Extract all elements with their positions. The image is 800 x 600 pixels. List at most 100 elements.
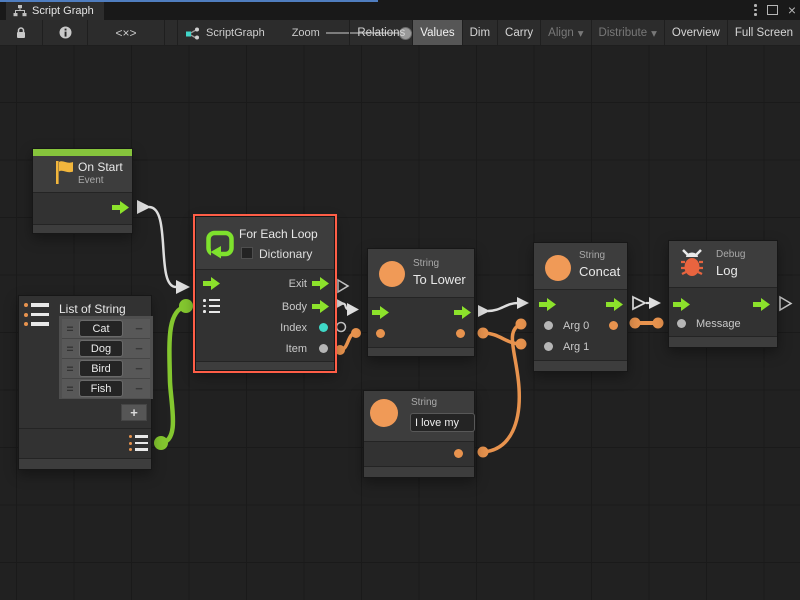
drag-handle-icon[interactable]: = [65,382,75,396]
arg0-label: Arg 0 [563,320,589,332]
list-icon [24,303,50,326]
node-for-each-loop[interactable]: For Each Loop Dictionary Exit Body Index… [195,216,335,371]
node-title: List of String [59,302,126,316]
arg1-label: Arg 1 [563,341,589,353]
remove-item-button[interactable]: − [131,321,147,336]
list-item-row: = − [62,359,150,379]
value-out-port[interactable] [454,449,463,458]
list-item-row: = − [62,379,150,398]
item-port[interactable] [319,344,328,353]
relations-button[interactable]: Relations [349,20,412,45]
event-accent-stripe [33,149,132,156]
flow-out-port[interactable] [606,298,623,311]
flow-in-port[interactable] [539,298,556,311]
info-icon [59,26,72,39]
node-type: Debug [716,249,745,260]
graph-toolbar: <×> ScriptGraph Zoom 1x Relations Values… [0,20,800,46]
tab-script-graph[interactable]: Script Graph [6,2,104,20]
body-port-label: Body [282,301,307,313]
index-port[interactable] [319,323,328,332]
node-debug-log[interactable]: Debug Log Message [668,240,778,348]
dictionary-checkbox[interactable] [241,247,253,259]
node-concat[interactable]: String Concat Arg 0 Arg 1 [533,242,628,372]
list-item-row: = − [62,339,150,359]
string-type-icon [370,399,398,427]
value-out-port[interactable] [456,329,465,338]
remove-item-button[interactable]: − [131,341,147,356]
flow-out-port[interactable] [112,201,129,214]
list-out-port[interactable] [129,435,149,451]
node-title: Concat [579,264,620,279]
bug-icon [677,248,707,280]
chevron-down-icon: ▾ [578,26,584,40]
lock-icon [15,26,27,39]
close-icon[interactable]: × [788,3,796,17]
window-menu-icon[interactable] [754,4,757,16]
arg1-in-port[interactable] [544,342,553,351]
exit-port[interactable] [312,277,329,290]
full-screen-button[interactable]: Full Screen [727,20,800,45]
values-button[interactable]: Values [412,20,461,45]
node-on-start[interactable]: On Start Event [32,148,133,234]
hierarchy-icon [13,5,27,17]
code-toggle-glyph: <×> [115,26,136,40]
list-in-port[interactable] [203,299,220,313]
node-title: To Lower [413,272,466,287]
node-list-of-string[interactable]: List of String = − = − = − = − [18,295,152,470]
maximize-icon[interactable] [767,5,778,15]
dim-button[interactable]: Dim [462,20,497,45]
string-value-input[interactable] [410,413,475,432]
flow-out-port[interactable] [753,298,770,311]
loop-icon [205,229,235,259]
tab-title: Script Graph [32,5,94,17]
node-to-lower[interactable]: String To Lower [367,248,475,357]
flow-out-port[interactable] [454,306,471,319]
drag-handle-icon[interactable]: = [65,362,75,376]
string-type-icon [545,255,571,281]
remove-item-button[interactable]: − [131,381,147,396]
message-label: Message [696,318,741,330]
unity-script-graph-window: Script Graph × <×> [0,0,800,600]
drag-handle-icon[interactable]: = [65,322,75,336]
index-port-label: Index [280,322,307,334]
flow-in-port[interactable] [673,298,690,311]
node-title: Log [716,263,738,278]
window-controls: × [754,0,796,20]
flow-in-port[interactable] [203,277,220,290]
item-port-label: Item [286,343,307,355]
list-item-input[interactable] [79,320,123,337]
add-item-button[interactable]: + [121,404,147,421]
carry-button[interactable]: Carry [497,20,540,45]
graph-name: ScriptGraph [206,27,265,39]
value-out-port[interactable] [609,321,618,330]
dictionary-label: Dictionary [259,247,312,261]
node-title: For Each Loop [239,227,318,241]
list-item-input[interactable] [79,380,123,397]
overview-button[interactable]: Overview [664,20,727,45]
node-type: String [579,250,605,261]
chevron-down-icon: ▾ [651,26,657,40]
node-string-literal[interactable]: String [363,390,475,478]
remove-item-button[interactable]: − [131,361,147,376]
message-in-port[interactable] [677,319,686,328]
arg0-in-port[interactable] [544,321,553,330]
exit-port-label: Exit [289,278,307,290]
flow-in-port[interactable] [372,306,389,319]
graph-icon [185,26,200,40]
list-item-row: = − [62,319,150,339]
lock-button[interactable] [0,20,43,45]
body-port[interactable] [312,300,329,313]
list-editor: = − = − = − = − [59,316,153,399]
value-in-port[interactable] [376,329,385,338]
flag-icon [53,159,79,186]
drag-handle-icon[interactable]: = [65,342,75,356]
node-type: String [411,397,437,408]
inspector-button[interactable] [43,20,88,45]
distribute-dropdown[interactable]: Distribute▾ [591,20,664,45]
code-preview-button[interactable]: <×> [88,20,165,45]
align-dropdown[interactable]: Align▾ [540,20,590,45]
list-item-input[interactable] [79,360,123,377]
node-type: String [413,258,439,269]
list-item-input[interactable] [79,340,123,357]
graph-breadcrumb[interactable]: ScriptGraph [178,20,272,45]
